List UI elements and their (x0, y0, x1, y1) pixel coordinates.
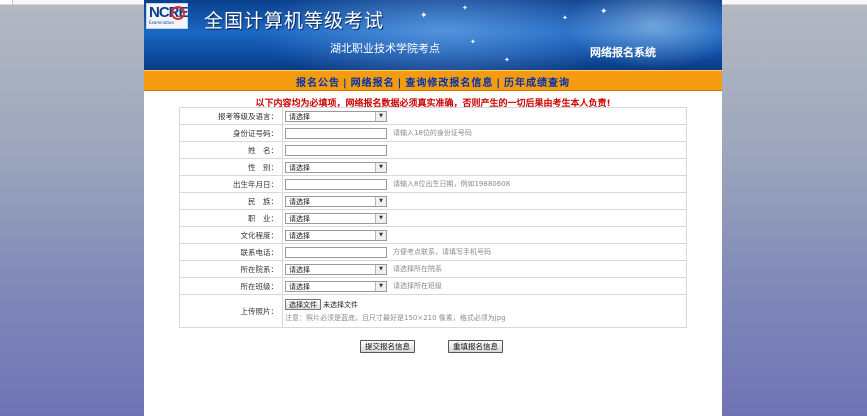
class-cell: 请选择 ▼ 请选择所在班级 (282, 277, 687, 295)
form-row-phone: 联系电话： 方便考点联系，请填写手机号码 (179, 243, 687, 261)
name-input[interactable] (285, 144, 387, 156)
star-icon: ✦ (420, 11, 428, 21)
phone-input[interactable] (285, 246, 387, 258)
education-label: 文化程度： (179, 226, 283, 244)
form-row-exam-level: 报考等级及语言： 请选择 ▼ (179, 107, 687, 125)
exam-level-label: 报考等级及语言： (179, 107, 283, 125)
star-icon: ✦ (562, 14, 568, 22)
class-select[interactable]: 请选择 ▼ (285, 280, 387, 292)
form-row-ethnicity: 民 族： 请选择 ▼ (179, 192, 687, 210)
nav-link-announcement[interactable]: 报名公告 (296, 78, 340, 89)
chevron-down-icon: ▼ (375, 111, 386, 121)
exam-level-value: 请选择 (289, 112, 310, 121)
form-row-class: 所在班级： 请选择 ▼ 请选择所在班级 (179, 277, 687, 295)
form-row-photo: 上传照片： 选择文件 未选择文件 注意：照片必须是蓝底，且尺寸最好是150×210… (179, 294, 687, 328)
site-title: 全国计算机等级考试 (204, 10, 385, 32)
education-cell: 请选择 ▼ (282, 226, 687, 244)
ncre-logo: NCRE Examination (146, 3, 189, 29)
gender-cell: 请选择 ▼ (282, 158, 687, 176)
birthdate-input[interactable] (285, 178, 387, 190)
star-icon: ✦ (504, 56, 510, 64)
id-number-hint: 请输入18位的身份证号码 (393, 129, 472, 137)
id-number-cell: 请输入18位的身份证号码 (282, 124, 687, 142)
department-select[interactable]: 请选择 ▼ (285, 263, 387, 275)
chevron-down-icon: ▼ (375, 281, 386, 291)
photo-cell: 选择文件 未选择文件 注意：照片必须是蓝底，且尺寸最好是150×210 像素，格式… (282, 294, 687, 328)
occupation-label: 职 业： (179, 209, 283, 227)
header-banner: ✦ ✦ ✦ ✦ ✦ ✦ NCRE Examination 全国计算机等级考试 湖… (144, 0, 722, 70)
system-name: 网络报名系统 (590, 46, 656, 59)
department-cell: 请选择 ▼ 请选择所在院系 (282, 260, 687, 278)
form-row-name: 姓 名： (179, 141, 687, 159)
class-value: 请选择 (289, 282, 310, 291)
nav-links: 报名公告 | 网络报名 | 查询修改报名信息 | 历年成绩查询 (144, 74, 722, 89)
nav-separator: | (397, 78, 403, 89)
gender-label: 性 别： (179, 158, 283, 176)
nav-link-query-edit[interactable]: 查询修改报名信息 (405, 78, 493, 89)
chevron-down-icon: ▼ (375, 162, 386, 172)
form-row-id-number: 身份证号码： 请输入18位的身份证号码 (179, 124, 687, 142)
gender-value: 请选择 (289, 163, 310, 172)
exam-level-cell: 请选择 ▼ (282, 107, 687, 125)
education-value: 请选择 (289, 231, 310, 240)
occupation-cell: 请选择 ▼ (282, 209, 687, 227)
birthdate-hint: 请输入8位出生日期，例如19880608 (393, 180, 511, 188)
main-nav: 报名公告 | 网络报名 | 查询修改报名信息 | 历年成绩查询 (144, 70, 722, 91)
occupation-value: 请选择 (289, 214, 310, 223)
id-number-input[interactable] (285, 127, 387, 139)
ethnicity-label: 民 族： (179, 192, 283, 210)
ethnicity-value: 请选择 (289, 197, 310, 206)
site-subtitle: 湖北职业技术学院考点 (330, 42, 440, 55)
phone-label: 联系电话： (179, 243, 283, 261)
page-container: ✦ ✦ ✦ ✦ ✦ ✦ NCRE Examination 全国计算机等级考试 湖… (144, 0, 722, 416)
logo-ring-icon (171, 6, 185, 20)
phone-cell: 方便考点联系，请填写手机号码 (282, 243, 687, 261)
chevron-down-icon: ▼ (375, 230, 386, 240)
occupation-select[interactable]: 请选择 ▼ (285, 212, 387, 224)
registration-form: 报考等级及语言： 请选择 ▼ 身份证号码： 请输入18位的身份证号码 姓 名： 性… (179, 107, 687, 328)
department-value: 请选择 (289, 265, 310, 274)
department-label: 所在院系： (179, 260, 283, 278)
form-row-occupation: 职 业： 请选择 ▼ (179, 209, 687, 227)
browser-tab[interactable] (0, 0, 13, 4)
star-icon: ✦ (600, 7, 608, 17)
education-select[interactable]: 请选择 ▼ (285, 229, 387, 241)
ethnicity-select[interactable]: 请选择 ▼ (285, 195, 387, 207)
gender-select[interactable]: 请选择 ▼ (285, 161, 387, 173)
nav-separator: | (496, 78, 501, 89)
nav-link-register[interactable]: 网络报名 (351, 78, 395, 89)
nav-link-history-scores[interactable]: 历年成绩查询 (504, 78, 570, 89)
department-hint: 请选择所在院系 (393, 265, 442, 273)
exam-level-select[interactable]: 请选择 ▼ (285, 110, 387, 122)
reset-button[interactable]: 重填报名信息 (448, 340, 503, 353)
class-hint: 请选择所在班级 (393, 282, 442, 290)
logo-subtext: Examination (149, 20, 175, 25)
form-row-education: 文化程度： 请选择 ▼ (179, 226, 687, 244)
name-label: 姓 名： (179, 141, 283, 159)
form-row-gender: 性 别： 请选择 ▼ (179, 158, 687, 176)
photo-note: 注意：照片必须是蓝底，且尺寸最好是150×210 像素，格式必须为jpg (285, 314, 506, 322)
birthdate-cell: 请输入8位出生日期，例如19880608 (282, 175, 687, 193)
phone-hint: 方便考点联系，请填写手机号码 (393, 248, 491, 256)
form-row-birthdate: 出生年月日： 请输入8位出生日期，例如19880608 (179, 175, 687, 193)
id-number-label: 身份证号码： (179, 124, 283, 142)
star-icon: ✦ (462, 4, 468, 12)
file-status: 未选择文件 (323, 300, 358, 309)
star-icon: ✦ (470, 38, 476, 46)
chevron-down-icon: ▼ (375, 213, 386, 223)
class-label: 所在班级： (179, 277, 283, 295)
choose-file-button[interactable]: 选择文件 (285, 299, 321, 310)
nav-separator: | (343, 78, 348, 89)
photo-label: 上传照片： (179, 294, 283, 328)
form-row-department: 所在院系： 请选择 ▼ 请选择所在院系 (179, 260, 687, 278)
ethnicity-cell: 请选择 ▼ (282, 192, 687, 210)
submit-button[interactable]: 提交报名信息 (360, 340, 415, 353)
chevron-down-icon: ▼ (375, 196, 386, 206)
name-cell (282, 141, 687, 159)
chevron-down-icon: ▼ (375, 264, 386, 274)
birthdate-label: 出生年月日： (179, 175, 283, 193)
